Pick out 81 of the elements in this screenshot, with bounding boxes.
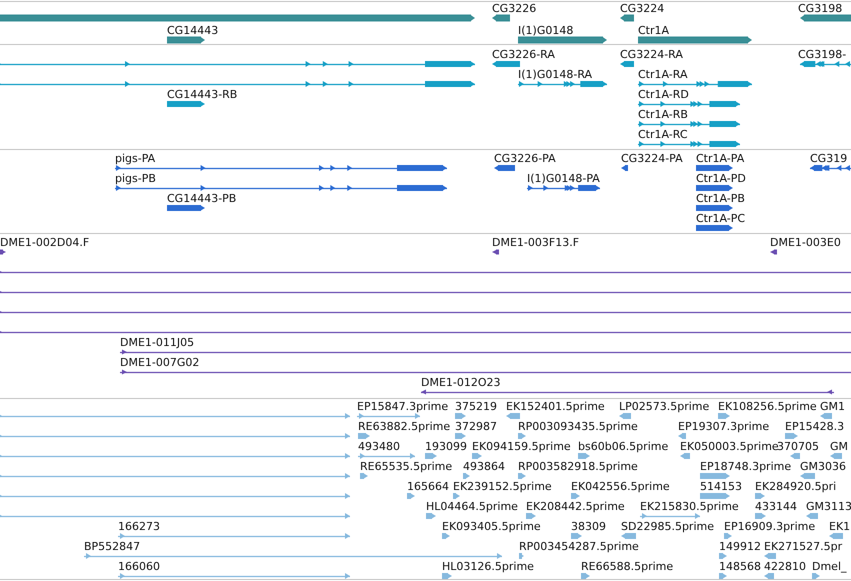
feature-label: Ctr1A-RD: [638, 88, 689, 101]
feature-label: HL03126.5prime: [442, 560, 534, 573]
feature-label: EK108256.5prime: [718, 400, 817, 413]
feature-label: I(1)G0148-PA: [527, 172, 600, 185]
feature-label: EK042556.5prime: [571, 480, 670, 493]
feature-label: 38309: [571, 520, 606, 533]
feature-label: I(1)G0148-RA: [518, 68, 592, 81]
feature-label: RP003093435.5prime: [518, 420, 638, 433]
feature-label: GM3113: [806, 500, 851, 513]
feature-label: DME1-012O23: [421, 376, 501, 389]
feature-label: EK284920.5pri: [755, 480, 836, 493]
feature-label: CG3224-PA: [621, 152, 683, 165]
feature-label: 514153: [700, 480, 742, 493]
feature-label: 422810: [764, 560, 806, 573]
feature-label: CG319: [810, 152, 848, 165]
feature-label: pigs-PB: [115, 172, 156, 185]
feature-label: RP003454287.5prime: [519, 540, 639, 553]
feature-label: 148568: [719, 560, 761, 573]
feature-label: Ctr1A-PA: [696, 152, 744, 165]
feature-label: SD22985.5prime: [621, 520, 714, 533]
feature-label: 372987: [455, 420, 497, 433]
feature-label: EK050003.5prime: [680, 440, 779, 453]
feature-label: RE63882.5prime: [358, 420, 450, 433]
feature-label: 166273: [118, 520, 160, 533]
feature-label: EP16909.3prime: [724, 520, 816, 533]
feature-label: EK215830.5prime: [640, 500, 739, 513]
feature-label: EK239152.5prime: [453, 480, 552, 493]
feature-label: DME1-003E0: [770, 236, 841, 249]
feature-label: Ctr1A-RC: [638, 128, 688, 141]
feature-label: GM3036: [800, 460, 846, 473]
feature-label: EP19307.3prime: [678, 420, 770, 433]
feature-label: HL04464.5prime: [426, 500, 518, 513]
feature-label: EK208442.5prime: [526, 500, 625, 513]
feature-label: Ctr1A-PB: [696, 192, 745, 205]
feature-label: DME1-011J05: [120, 336, 194, 349]
feature-label: EK271527.5pr: [764, 540, 842, 553]
feature-label: 375219: [455, 400, 497, 413]
feature-label: LP02573.5prime: [619, 400, 710, 413]
feature-label: pigs-PA: [115, 152, 156, 165]
feature-label: 166060: [118, 560, 160, 573]
feature-label: CG3226-RA: [492, 48, 555, 61]
feature-label: DME1-003F13.F: [492, 236, 580, 249]
feature-label: GM1: [820, 400, 846, 413]
feature-label: RP003582918.5prime: [518, 460, 638, 473]
feature-label: EK1: [829, 520, 850, 533]
feature-label: RE65535.5prime: [360, 460, 452, 473]
feature-label: Dmel_: [812, 560, 847, 573]
feature-label: 433144: [755, 500, 797, 513]
feature-label: Ctr1A-RA: [638, 68, 688, 81]
feature-label: CG3198: [798, 2, 842, 15]
feature-label: EP18748.3prime: [700, 460, 792, 473]
feature-label: CG3198-: [798, 48, 846, 61]
feature-label: CG3224-RA: [620, 48, 683, 61]
feature-label: 493480: [358, 440, 400, 453]
feature-label: EP15847.3prime: [357, 400, 448, 413]
feature-label: CG14443-PB: [167, 192, 236, 205]
feature-label: Ctr1A-PD: [696, 172, 746, 185]
feature-label: CG3226: [492, 2, 536, 15]
feature-label: Ctr1A-PC: [696, 212, 746, 225]
feature-label: GM: [830, 440, 848, 453]
feature-label: Ctr1A: [638, 24, 670, 37]
feature-label: EK152401.5prime: [506, 400, 605, 413]
feature-label: Ctr1A-RB: [638, 108, 688, 121]
feature-label: EK094159.5prime: [472, 440, 571, 453]
feature-label: 149912: [719, 540, 761, 553]
feature-label: DME1-002D04.F: [0, 236, 90, 249]
feature-label: CG3224: [620, 2, 664, 15]
feature-label: 370705: [777, 440, 819, 453]
feature-label: bs60b06.5prime: [578, 440, 668, 453]
feature-label: CG3226-PA: [494, 152, 556, 165]
feature-label: RE66588.5prime: [581, 560, 674, 573]
feature-label: CG14443: [167, 24, 218, 37]
feature-label: DME1-007G02: [120, 356, 200, 369]
feature-label: EK093405.5prime: [442, 520, 541, 533]
feature-label: I(1)G0148: [518, 24, 574, 37]
feature-label: CG14443-RB: [167, 88, 238, 101]
feature-label: 193099: [425, 440, 467, 453]
feature-label: EP15428.3: [785, 420, 844, 433]
feature-label: 165664: [407, 480, 449, 493]
feature-label: 493864: [463, 460, 505, 473]
feature-label: BP552847: [84, 540, 140, 553]
